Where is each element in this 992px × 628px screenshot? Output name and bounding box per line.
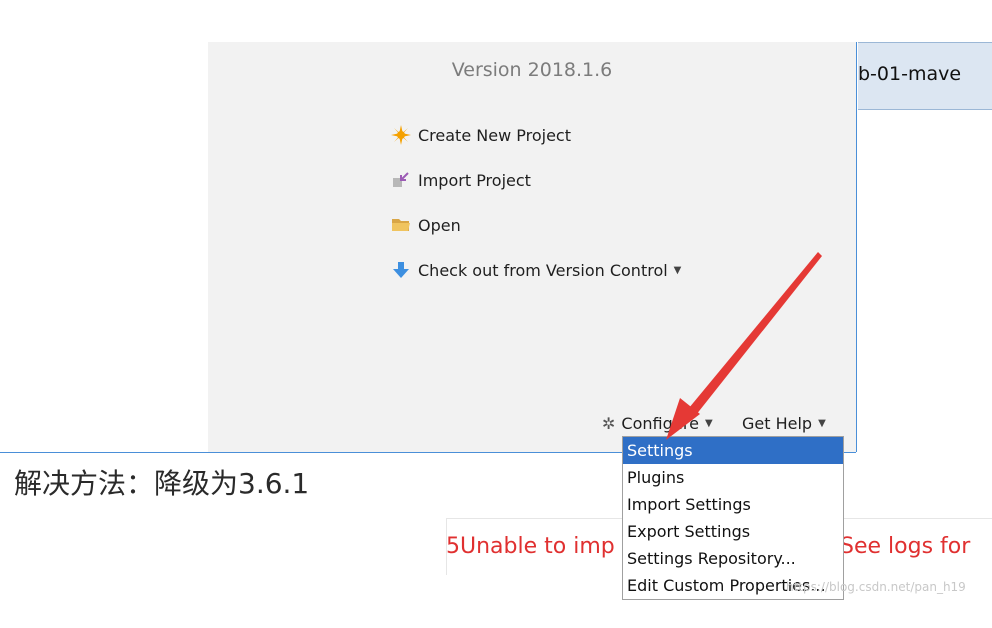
annotation-arrow: [666, 252, 822, 440]
